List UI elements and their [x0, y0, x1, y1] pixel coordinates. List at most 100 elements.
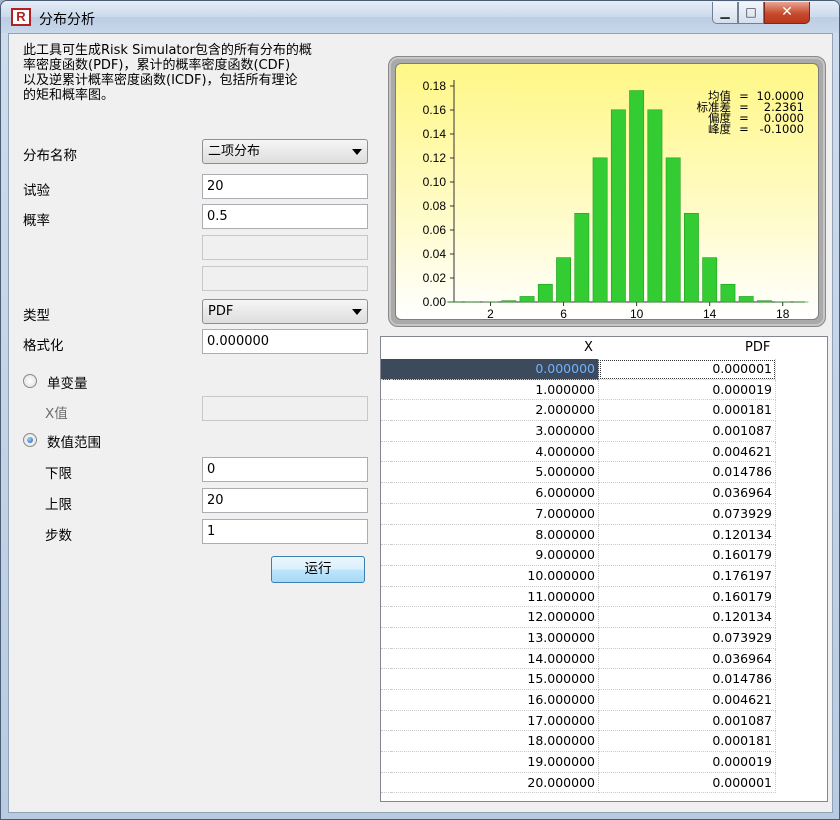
table-row[interactable]: 6.000000 0.036964	[381, 483, 827, 504]
table-row[interactable]: 5.000000 0.014786	[381, 462, 827, 484]
table-row[interactable]: 11.000000 0.160179	[381, 586, 827, 608]
cell-x[interactable]: 11.000000	[391, 586, 599, 608]
column-header-x[interactable]: X	[584, 340, 593, 355]
value-range-radio[interactable]	[23, 433, 37, 447]
row-header[interactable]	[381, 400, 391, 422]
cell-pdf[interactable]: 0.120134	[599, 607, 776, 628]
row-header[interactable]	[381, 649, 391, 670]
cell-pdf[interactable]: 0.000001	[599, 772, 776, 794]
table-row[interactable]: 3.000000 0.001087	[381, 421, 827, 442]
cell-x[interactable]: 17.000000	[391, 710, 599, 732]
cell-x[interactable]: 5.000000	[391, 462, 599, 484]
cell-x[interactable]: 1.000000	[391, 379, 599, 401]
lower-bound-input[interactable]: 0	[202, 457, 368, 482]
table-row[interactable]: 4.000000 0.004621	[381, 441, 827, 463]
cell-x[interactable]: 10.000000	[391, 565, 599, 587]
type-select[interactable]: PDF	[202, 299, 368, 324]
table-row[interactable]: 19.000000 0.000019	[381, 752, 827, 773]
cell-x[interactable]: 12.000000	[391, 607, 599, 628]
table-row[interactable]: 15.000000 0.014786	[381, 669, 827, 690]
distribution-select[interactable]: 二项分布	[202, 139, 368, 164]
title-bar[interactable]: R 分布分析 ▁ □ ✕	[1, 1, 839, 33]
table-row[interactable]: 20.000000 0.000001	[381, 772, 827, 794]
cell-pdf[interactable]: 0.073929	[599, 503, 776, 525]
cell-x[interactable]: 16.000000	[391, 690, 599, 711]
cell-pdf[interactable]: 0.001087	[599, 421, 776, 442]
table-row[interactable]: 18.000000 0.000181	[381, 731, 827, 753]
cell-pdf[interactable]: 0.000181	[599, 731, 776, 753]
row-header[interactable]	[381, 587, 391, 608]
single-variable-label[interactable]: 单变量	[47, 372, 88, 392]
cell-x[interactable]: 14.000000	[391, 648, 599, 670]
cell-pdf[interactable]: 0.000001	[599, 359, 776, 380]
probability-input[interactable]: 0.5	[202, 204, 368, 229]
row-header[interactable]	[381, 462, 391, 484]
row-header[interactable]	[381, 607, 391, 628]
row-header[interactable]	[381, 525, 391, 546]
row-header[interactable]	[381, 380, 391, 401]
table-row[interactable]: 0.000000 0.000001	[381, 359, 827, 380]
table-row[interactable]: 14.000000 0.036964	[381, 648, 827, 670]
step-input[interactable]: 1	[202, 519, 368, 544]
run-button[interactable]: 运行	[271, 556, 365, 583]
cell-x[interactable]: 7.000000	[391, 503, 599, 525]
value-range-label[interactable]: 数值范围	[47, 431, 101, 451]
table-row[interactable]: 10.000000 0.176197	[381, 565, 827, 587]
table-row[interactable]: 12.000000 0.120134	[381, 607, 827, 628]
table-row[interactable]: 8.000000 0.120134	[381, 524, 827, 546]
trials-input[interactable]: 20	[202, 174, 368, 199]
cell-pdf[interactable]: 0.000019	[599, 752, 776, 773]
table-row[interactable]: 7.000000 0.073929	[381, 503, 827, 525]
cell-x[interactable]: 0.000000	[391, 359, 599, 380]
cell-pdf[interactable]: 0.004621	[599, 690, 776, 711]
cell-pdf[interactable]: 0.014786	[599, 669, 776, 690]
cell-x[interactable]: 13.000000	[391, 627, 599, 649]
cell-pdf[interactable]: 0.000181	[599, 400, 776, 422]
cell-pdf[interactable]: 0.073929	[599, 627, 776, 649]
maximize-button[interactable]: □	[738, 2, 764, 24]
single-variable-radio[interactable]	[23, 374, 37, 388]
cell-pdf[interactable]: 0.160179	[599, 545, 776, 566]
row-header[interactable]	[381, 711, 391, 732]
row-header[interactable]	[381, 442, 391, 463]
cell-pdf[interactable]: 0.160179	[599, 586, 776, 608]
table-row[interactable]: 2.000000 0.000181	[381, 400, 827, 422]
results-table[interactable]: X PDF 0.000000 0.000001 1.000000 0.000019 2.…	[380, 336, 828, 802]
row-header[interactable]	[381, 628, 391, 649]
upper-bound-input[interactable]: 20	[202, 488, 368, 513]
row-header[interactable]	[381, 731, 391, 753]
table-row[interactable]: 13.000000 0.073929	[381, 627, 827, 649]
row-header[interactable]	[381, 483, 391, 504]
cell-x[interactable]: 20.000000	[391, 772, 599, 794]
table-row[interactable]: 9.000000 0.160179	[381, 545, 827, 566]
cell-x[interactable]: 3.000000	[391, 421, 599, 442]
row-header[interactable]	[381, 421, 391, 442]
table-row[interactable]: 16.000000 0.004621	[381, 690, 827, 711]
cell-pdf[interactable]: 0.004621	[599, 441, 776, 463]
cell-x[interactable]: 2.000000	[391, 400, 599, 422]
cell-pdf[interactable]: 0.176197	[599, 565, 776, 587]
row-header[interactable]	[381, 359, 391, 380]
cell-pdf[interactable]: 0.014786	[599, 462, 776, 484]
format-input[interactable]: 0.000000	[202, 329, 368, 354]
cell-pdf[interactable]: 0.036964	[599, 648, 776, 670]
row-header[interactable]	[381, 669, 391, 690]
cell-pdf[interactable]: 0.000019	[599, 379, 776, 401]
cell-pdf[interactable]: 0.001087	[599, 710, 776, 732]
row-header[interactable]	[381, 566, 391, 587]
cell-x[interactable]: 6.000000	[391, 483, 599, 504]
table-row[interactable]: 1.000000 0.000019	[381, 379, 827, 401]
cell-x[interactable]: 8.000000	[391, 524, 599, 546]
cell-x[interactable]: 9.000000	[391, 545, 599, 566]
cell-x[interactable]: 19.000000	[391, 752, 599, 773]
cell-x[interactable]: 15.000000	[391, 669, 599, 690]
row-header[interactable]	[381, 504, 391, 525]
cell-x[interactable]: 18.000000	[391, 731, 599, 753]
table-row[interactable]: 17.000000 0.001087	[381, 710, 827, 732]
row-header[interactable]	[381, 752, 391, 773]
cell-x[interactable]: 4.000000	[391, 441, 599, 463]
row-header[interactable]	[381, 545, 391, 566]
minimize-button[interactable]: ▁	[712, 2, 738, 24]
close-button[interactable]: ✕	[764, 2, 810, 24]
column-header-pdf[interactable]: PDF	[745, 340, 770, 355]
